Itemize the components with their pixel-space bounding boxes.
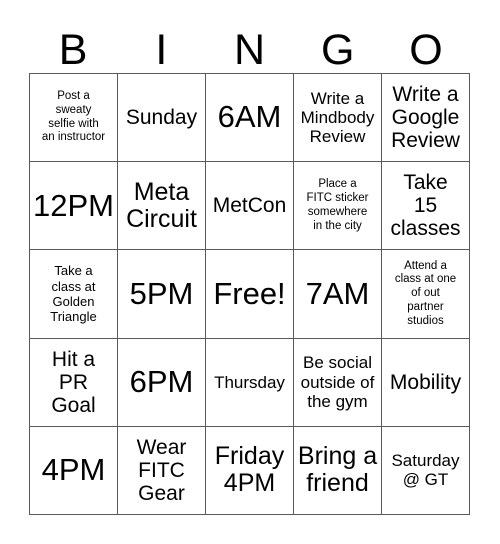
bingo-cell-label: Write a Mindbody Review	[300, 88, 375, 147]
bingo-cell-label: MetCon	[212, 194, 287, 218]
bingo-cell-label: Place a FITC sticker somewhere in the ci…	[306, 178, 369, 232]
bingo-cell-r4c4[interactable]: Be social outside of the gym	[294, 338, 382, 427]
bingo-cell-label: Hit a PR Goal	[51, 347, 96, 417]
bingo-cell-r4c2[interactable]: 6PM	[118, 338, 206, 427]
bingo-cell-label: 4PM	[41, 452, 106, 488]
bingo-header-letter-n: N	[233, 26, 266, 74]
bingo-cell-label: 6AM	[217, 99, 282, 135]
bingo-cell-r2c2[interactable]: Meta Circuit	[118, 162, 206, 251]
bingo-cell-r5c2[interactable]: Wear FITC Gear	[118, 426, 206, 515]
bingo-cell-label: Saturday @ GT	[391, 451, 460, 490]
bingo-cell-r3c5[interactable]: Attend a class at one of out partner stu…	[382, 250, 470, 339]
bingo-cell-r1c2[interactable]: Sunday	[118, 74, 206, 163]
bingo-header: B I N G O	[29, 20, 470, 73]
bingo-header-letter-g: G	[320, 26, 355, 74]
bingo-cell-r1c4[interactable]: Write a Mindbody Review	[294, 74, 382, 163]
bingo-cell-label: 5PM	[129, 275, 194, 311]
bingo-cell-r4c5[interactable]: Mobility	[382, 338, 470, 427]
bingo-cell-label: 7AM	[305, 275, 370, 311]
bingo-cell-label: Friday 4PM	[214, 442, 285, 498]
bingo-cell-label: Mobility	[389, 370, 462, 394]
bingo-cell-r5c5[interactable]: Saturday @ GT	[382, 426, 470, 515]
bingo-cell-label: Take 15 classes	[390, 171, 461, 241]
bingo-cell-label: Be social outside of the gym	[300, 353, 375, 411]
bingo-cell-label: 12PM	[33, 187, 114, 223]
bingo-cell-label: Write a Google Review	[391, 82, 460, 153]
bingo-cell-r3c2[interactable]: 5PM	[118, 250, 206, 339]
bingo-cell-r2c4[interactable]: Place a FITC sticker somewhere in the ci…	[294, 162, 382, 251]
bingo-cell-r1c5[interactable]: Write a Google Review	[382, 74, 470, 163]
bingo-cell-label: Post a sweaty selfie with an instructor	[41, 90, 106, 144]
bingo-cell-label: Attend a class at one of out partner stu…	[394, 259, 457, 327]
bingo-cell-r4c3[interactable]: Thursday	[206, 338, 294, 427]
bingo-cell-r1c3[interactable]: 6AM	[206, 74, 294, 163]
bingo-cell-r2c3[interactable]: MetCon	[206, 162, 294, 251]
bingo-header-letter-i: I	[155, 26, 168, 74]
bingo-cell-r2c5[interactable]: Take 15 classes	[382, 162, 470, 251]
bingo-header-letter-o: O	[409, 26, 443, 74]
bingo-cell-label: 6PM	[129, 363, 194, 399]
bingo-cell-r4c1[interactable]: Hit a PR Goal	[30, 338, 118, 427]
bingo-cell-r3c4[interactable]: 7AM	[294, 250, 382, 339]
bingo-card: B I N G O Post a sweaty selfie with an i…	[0, 0, 500, 544]
bingo-header-letter-b: B	[58, 26, 88, 74]
bingo-cell-label: Meta Circuit	[126, 177, 197, 233]
bingo-cell-r5c1[interactable]: 4PM	[30, 426, 118, 515]
bingo-cell-r5c4[interactable]: Bring a friend	[294, 426, 382, 515]
bingo-grid: Post a sweaty selfie with an instructor S…	[29, 73, 470, 515]
bingo-cell-label: Thursday	[214, 372, 285, 392]
bingo-cell-r5c3[interactable]: Friday 4PM	[206, 426, 294, 515]
bingo-cell-r3c3[interactable]: Free!	[206, 250, 294, 339]
bingo-cell-r2c1[interactable]: 12PM	[30, 162, 118, 251]
bingo-cell-label: Bring a friend	[297, 442, 378, 498]
bingo-cell-label: Free!	[213, 275, 286, 311]
bingo-cell-r1c1[interactable]: Post a sweaty selfie with an instructor	[30, 74, 118, 163]
bingo-cell-label: Sunday	[125, 106, 198, 130]
bingo-cell-r3c1[interactable]: Take a class at Golden Triangle	[30, 250, 118, 339]
bingo-cell-label: Wear FITC Gear	[136, 435, 187, 505]
bingo-cell-label: Take a class at Golden Triangle	[50, 263, 97, 325]
